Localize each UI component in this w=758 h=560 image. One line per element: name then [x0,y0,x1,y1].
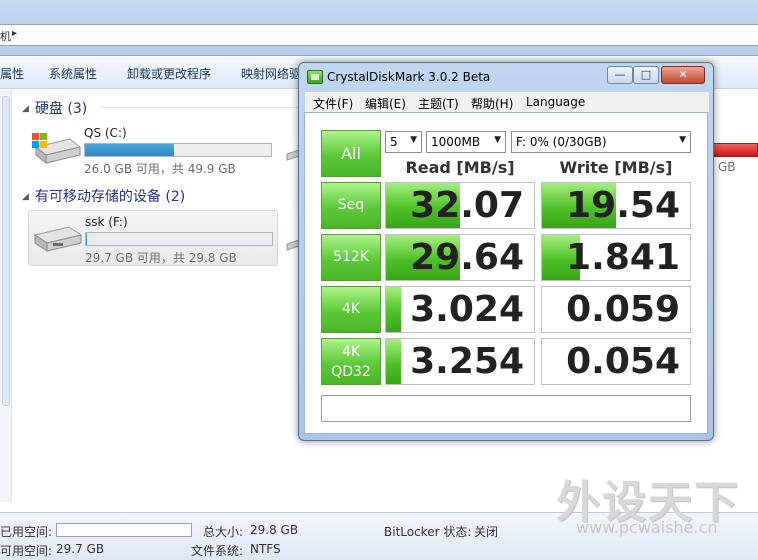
dropdown-arrow-icon: ▼ [494,135,501,145]
removable-drive-icon [33,226,83,252]
total-size-label: 总大小: [203,525,244,539]
toolbar-system-properties-button[interactable]: 系统属性 [49,65,97,82]
comment-input[interactable] [321,395,691,422]
menu-theme[interactable]: 主题(T) [418,95,459,112]
hard-disks-header[interactable]: ◢ 硬盘 (3) [22,98,87,118]
row-run-button[interactable]: 4K QD32 [321,338,381,385]
menu-help[interactable]: 帮助(H) [471,95,513,112]
hard-disks-header-label: 硬盘 (3) [34,101,88,117]
nav-scrollbar[interactable] [2,96,10,406]
menu-file[interactable]: 文件(F) [313,95,353,112]
read-result-value: 29.64 [410,237,524,278]
drive-select-value: F: 0% (0/30GB) [516,135,607,149]
read-result: 3.024 [385,286,535,333]
drive-tile-f[interactable]: ssk (F:) 29.7 GB 可用，共 29.8 GB [28,210,278,266]
row-run-button[interactable]: 4K [321,286,381,333]
write-result-value: 0.054 [566,341,680,382]
test-count-select[interactable]: 5 ▼ [385,131,422,153]
read-result-value: 3.024 [410,289,524,330]
filesystem-label: 文件系统: [191,544,244,558]
bitlocker-label: BitLocker 状态: [384,525,472,539]
write-result: 19.54 [541,182,691,229]
read-result-bar [386,287,401,332]
used-space-label: 已用空间: [0,525,53,539]
menu-edit[interactable]: 编辑(E) [365,95,406,112]
row-run-button[interactable]: Seq [321,182,381,229]
benchmark-panel: All 5 ▼ 1000MB ▼ F: 0% (0/30GB) ▼ Read [… [304,112,708,434]
read-result: 32.07 [385,182,535,229]
write-result: 0.059 [541,286,691,333]
collapse-triangle-icon[interactable]: ◢ [22,192,29,202]
bitlocker-value: 关闭 [474,525,499,539]
all-button[interactable]: All [321,130,381,177]
drive-free-space: 29.7 GB 可用，共 29.8 GB [85,251,237,265]
minimize-button[interactable]: — [607,66,633,84]
explorer-address-bar: 机 ▸ [0,0,758,56]
section-divider [100,107,300,108]
toolbar-map-drive-button[interactable]: 映射网络驱 [241,65,301,82]
windows-drive-icon [32,133,82,165]
read-result-value: 32.07 [410,185,524,226]
read-result: 3.254 [385,338,535,385]
row-label-line1: 4K [341,344,361,360]
toolbar-properties-button[interactable]: 属性 [0,65,24,82]
dropdown-arrow-icon: ▼ [410,135,417,145]
drive-usage-fill [85,144,175,156]
write-result-value: 0.059 [566,289,680,330]
drive-tile-c[interactable]: QS (C:) 26.0 GB 可用，共 49.9 GB [28,121,278,177]
dropdown-arrow-icon: ▼ [679,135,686,145]
partial-drive-free-space: GB [718,160,736,174]
removable-storage-header[interactable]: ◢ 有可移动存储的设备 (2) [22,186,185,206]
test-size-value: 1000MB [431,135,481,149]
write-result-value: 1.841 [566,237,680,278]
write-column-header: Write [MB/s] [559,158,673,177]
test-size-select[interactable]: 1000MB ▼ [426,131,506,153]
toolbar-uninstall-button[interactable]: 卸载或更改程序 [127,65,211,82]
write-result: 1.841 [541,234,691,281]
removable-storage-header-label: 有可移动存储的设备 (2) [34,189,186,205]
drive-free-space: 26.0 GB 可用，共 49.9 GB [84,162,236,176]
address-breadcrumb[interactable]: 机 [0,28,11,44]
free-space-value: 29.7 GB [56,542,105,556]
drive-name: QS (C:) [84,126,127,140]
drive-usage-bar [85,232,273,246]
close-button[interactable]: ✕ [661,66,705,84]
menu-language[interactable]: Language [526,95,585,109]
window-title: CrystalDiskMark 3.0.2 Beta [327,70,491,84]
total-size-value: 29.8 GB [250,523,299,537]
read-column-header: Read [MB/s] [405,158,515,177]
collapse-triangle-icon[interactable]: ◢ [22,104,29,114]
write-result-value: 19.54 [566,185,680,226]
drive-usage-bar [84,143,272,157]
breadcrumb-arrow-icon[interactable]: ▸ [12,28,17,39]
drive-select[interactable]: F: 0% (0/30GB) ▼ [511,131,691,153]
used-space-bar [56,523,192,537]
row-run-button[interactable]: 512K [321,234,381,281]
drive-name: ssk (F:) [85,215,128,229]
filesystem-value: NTFS [250,542,281,556]
watermark-url: www.pcwaishe.cn [576,518,718,537]
partial-drive-usage-bar [712,143,758,157]
app-logo-icon [307,70,323,84]
menu-bar: 文件(F) 编辑(E) 主题(T) 帮助(H) Language [305,92,709,112]
test-count-value: 5 [390,135,398,149]
read-result-bar [386,339,401,384]
address-box[interactable]: 机 ▸ [0,24,758,46]
write-result: 0.054 [541,338,691,385]
read-result-value: 3.254 [410,341,524,382]
row-label-line2: QD32 [331,364,371,380]
free-space-label: 可用空间: [0,544,53,558]
drive-usage-fill [86,233,87,245]
maximize-button[interactable]: □ [633,66,659,84]
read-result: 29.64 [385,234,535,281]
